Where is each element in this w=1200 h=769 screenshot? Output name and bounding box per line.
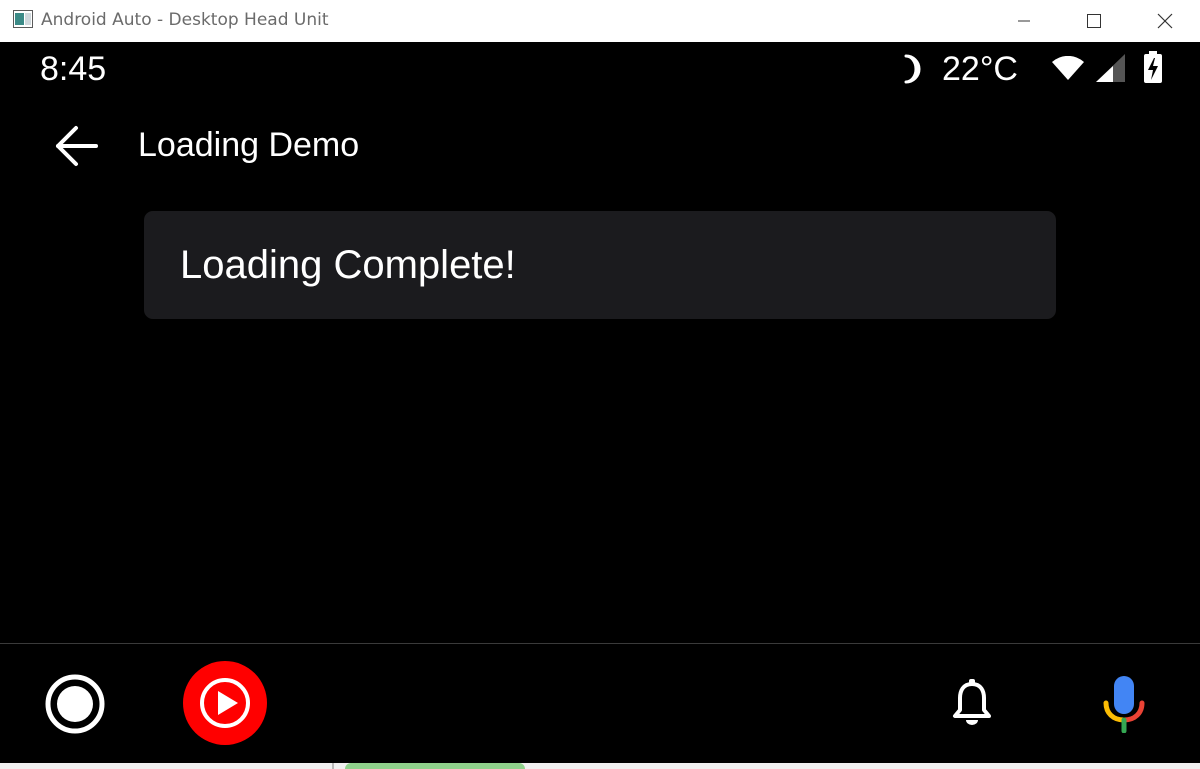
loading-status-message: Loading Complete! xyxy=(180,243,516,287)
rail-divider xyxy=(0,643,1200,644)
taskbar-separator xyxy=(332,763,334,769)
maximize-button[interactable] xyxy=(1059,0,1129,42)
notifications-button[interactable] xyxy=(944,674,1000,730)
home-circle-icon xyxy=(45,674,105,734)
message-card: Loading Complete! xyxy=(144,211,1056,319)
minimize-icon xyxy=(1018,20,1030,22)
app-window-icon xyxy=(13,10,33,28)
battery-icon xyxy=(1143,50,1163,89)
close-icon xyxy=(1157,13,1173,29)
cellular-signal-icon xyxy=(1095,53,1127,88)
moon-icon xyxy=(900,53,928,90)
temperature: 22°C xyxy=(942,50,1018,88)
status-bar: 8:45 22°C xyxy=(0,42,1200,98)
microphone-icon xyxy=(1103,676,1145,733)
clock: 8:45 xyxy=(40,50,107,88)
back-button[interactable] xyxy=(44,120,108,172)
minimize-button[interactable] xyxy=(989,0,1059,42)
arrow-left-icon xyxy=(56,126,98,166)
youtube-music-icon xyxy=(183,661,267,745)
desktop-taskbar-edge xyxy=(0,763,1200,769)
taskbar-item-edge xyxy=(345,763,525,769)
bell-icon xyxy=(953,679,991,725)
voice-assistant-button[interactable] xyxy=(1096,672,1152,736)
window-title: Android Auto - Desktop Head Unit xyxy=(41,10,329,30)
dhu-window: Android Auto - Desktop Head Unit 8:45 22… xyxy=(0,0,1200,769)
home-button[interactable] xyxy=(40,669,110,739)
page-title: Loading Demo xyxy=(138,126,360,164)
maximize-icon xyxy=(1087,14,1101,28)
head-unit-screen: 8:45 22°C Loading Demo Loading Complete! xyxy=(0,42,1200,763)
close-button[interactable] xyxy=(1130,0,1200,42)
window-titlebar: Android Auto - Desktop Head Unit xyxy=(0,0,1200,42)
youtube-music-button[interactable] xyxy=(182,660,268,746)
wifi-icon xyxy=(1051,55,1085,87)
